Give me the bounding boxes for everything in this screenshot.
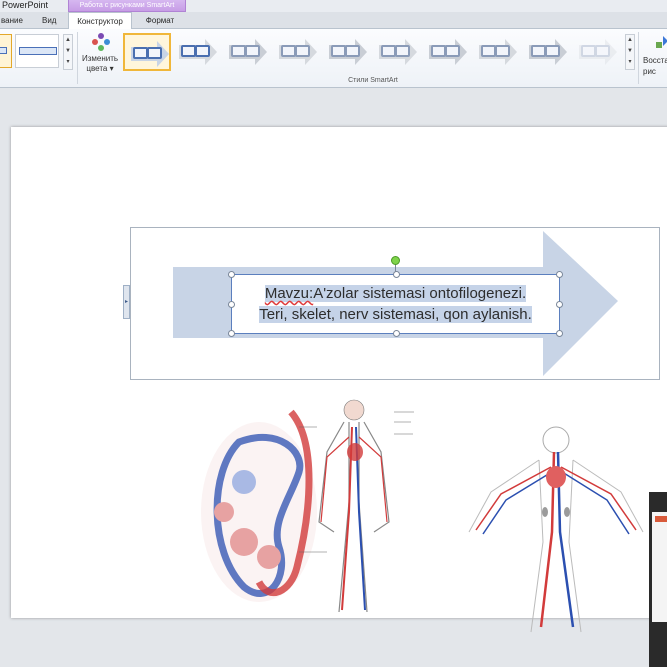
resize-handle[interactable] xyxy=(228,271,235,278)
topic-prefix: Mavzu: xyxy=(264,285,314,302)
resize-handle[interactable] xyxy=(393,330,400,337)
resize-handle[interactable] xyxy=(556,330,563,337)
topic-line-2: Teri, skelet, nerv sistemasi, qon aylani… xyxy=(259,306,532,323)
style-mini-box xyxy=(295,45,310,57)
style-mini-box xyxy=(381,45,396,57)
smartart-style-option[interactable] xyxy=(173,33,221,71)
style-mini-box xyxy=(581,45,596,57)
change-colors-label: Изменить цвета ▾ xyxy=(81,54,119,73)
topic-line-1-text: A'zolar sistemasi ontofilogenezi. xyxy=(313,285,527,302)
style-mini-box xyxy=(531,45,546,57)
reset-graphic-label: Восста рис xyxy=(643,55,667,77)
style-mini-box xyxy=(133,47,148,59)
style-mini-box xyxy=(181,45,196,57)
reset-label-text: Восста xyxy=(643,56,667,65)
style-mini-box xyxy=(395,45,410,57)
slide-thumbnail[interactable] xyxy=(652,512,667,622)
reset-graphic-icon xyxy=(656,36,667,48)
style-mini-box xyxy=(481,45,496,57)
scroll-down-icon[interactable]: ▼ xyxy=(64,46,72,57)
title-bar: PowerPoint Работа с рисунками SmartArt xyxy=(0,0,667,12)
styles-group-label: Стили SmartArt xyxy=(348,77,398,84)
circulatory-illustration-body[interactable] xyxy=(451,422,661,637)
smartart-style-option[interactable] xyxy=(323,33,371,71)
style-mini-box xyxy=(245,45,260,57)
smartart-style-option[interactable] xyxy=(373,33,421,71)
resize-handle[interactable] xyxy=(556,271,563,278)
app-title: PowerPoint xyxy=(2,0,49,10)
layout-mini-shape xyxy=(19,47,57,55)
tab-view[interactable]: Вид xyxy=(42,12,56,29)
style-mini-box xyxy=(281,45,296,57)
smartart-style-option[interactable] xyxy=(573,33,621,71)
text-pane-toggle[interactable]: ▸ xyxy=(123,285,130,319)
scroll-down-icon[interactable]: ▼ xyxy=(626,46,634,57)
style-mini-box xyxy=(195,45,210,57)
palette-dot xyxy=(104,39,110,45)
layout-gallery-scroll[interactable]: ▲ ▼ ▾ xyxy=(63,34,73,70)
reset-label-text-2: рис xyxy=(643,67,656,76)
style-mini-box xyxy=(147,47,162,59)
style-mini-box xyxy=(345,45,360,57)
resize-handle[interactable] xyxy=(393,271,400,278)
circulatory-illustration-heart[interactable] xyxy=(199,382,429,622)
palette-dot xyxy=(98,33,104,39)
tab-design[interactable]: Конструктор xyxy=(68,12,132,30)
thumbnail-accent xyxy=(655,516,667,522)
topic-textbox[interactable]: Mavzu:A'zolar sistemasi ontofilogenezi. … xyxy=(228,256,563,337)
group-divider xyxy=(77,32,78,84)
style-mini-box xyxy=(495,45,510,57)
style-mini-box xyxy=(595,45,610,57)
palette-dot xyxy=(98,45,104,51)
layout-mini-shape xyxy=(0,47,7,54)
smartart-style-option[interactable] xyxy=(473,33,521,71)
color-palette-icon xyxy=(92,33,110,51)
style-gallery-scroll[interactable]: ▲ ▼ ▾ xyxy=(625,34,635,70)
reset-graphic-button[interactable]: Восста рис xyxy=(640,32,667,82)
smartart-style-option[interactable] xyxy=(123,33,171,71)
layout-option[interactable] xyxy=(15,34,59,68)
slide-workspace: ▸ Mavzu:A'zolar sistemasi ontofilogenezi… xyxy=(0,88,667,667)
scroll-up-icon[interactable]: ▲ xyxy=(626,35,634,46)
layout-option[interactable] xyxy=(0,34,12,68)
group-divider xyxy=(638,32,639,84)
gallery-more-icon[interactable]: ▾ xyxy=(626,57,634,68)
change-colors-button[interactable]: Изменить цвета ▾ xyxy=(80,32,120,82)
gallery-more-icon[interactable]: ▾ xyxy=(64,57,72,68)
resize-handle[interactable] xyxy=(228,330,235,337)
smartart-style-option[interactable] xyxy=(223,33,271,71)
style-mini-box xyxy=(431,45,446,57)
ribbon-tab-row: вание Вид Конструктор Формат xyxy=(0,12,667,30)
style-mini-box xyxy=(445,45,460,57)
side-thumbnail-panel[interactable] xyxy=(649,492,667,667)
topic-text[interactable]: Mavzu:A'zolar sistemasi ontofilogenezi. … xyxy=(232,283,559,325)
style-mini-box xyxy=(331,45,346,57)
style-mini-box xyxy=(545,45,560,57)
smartart-style-option[interactable] xyxy=(523,33,571,71)
slide-canvas[interactable]: ▸ Mavzu:A'zolar sistemasi ontofilogenezi… xyxy=(11,127,667,633)
change-colors-text-2: цвета xyxy=(86,64,108,73)
smartart-style-gallery xyxy=(123,33,623,73)
smartart-style-option[interactable] xyxy=(273,33,321,71)
palette-dot xyxy=(92,39,98,45)
smartart-tools-context-label: Работа с рисунками SmartArt xyxy=(68,0,186,12)
change-colors-text: Изменить xyxy=(81,54,119,63)
smartart-graphic[interactable]: ▸ Mavzu:A'zolar sistemasi ontofilogenezi… xyxy=(123,227,660,380)
rotate-handle[interactable] xyxy=(391,256,400,265)
tab-format[interactable]: Формат xyxy=(137,12,183,29)
topic-line-1: Mavzu:A'zolar sistemasi ontofilogenezi. xyxy=(264,285,527,302)
ribbon: ▲ ▼ ▾ Изменить цвета ▾ ▲ ▼ ▾ Стили Smart… xyxy=(0,29,667,88)
smartart-style-option[interactable] xyxy=(423,33,471,71)
tab-review[interactable]: вание xyxy=(1,12,23,29)
scroll-up-icon[interactable]: ▲ xyxy=(64,35,72,46)
style-mini-box xyxy=(231,45,246,57)
